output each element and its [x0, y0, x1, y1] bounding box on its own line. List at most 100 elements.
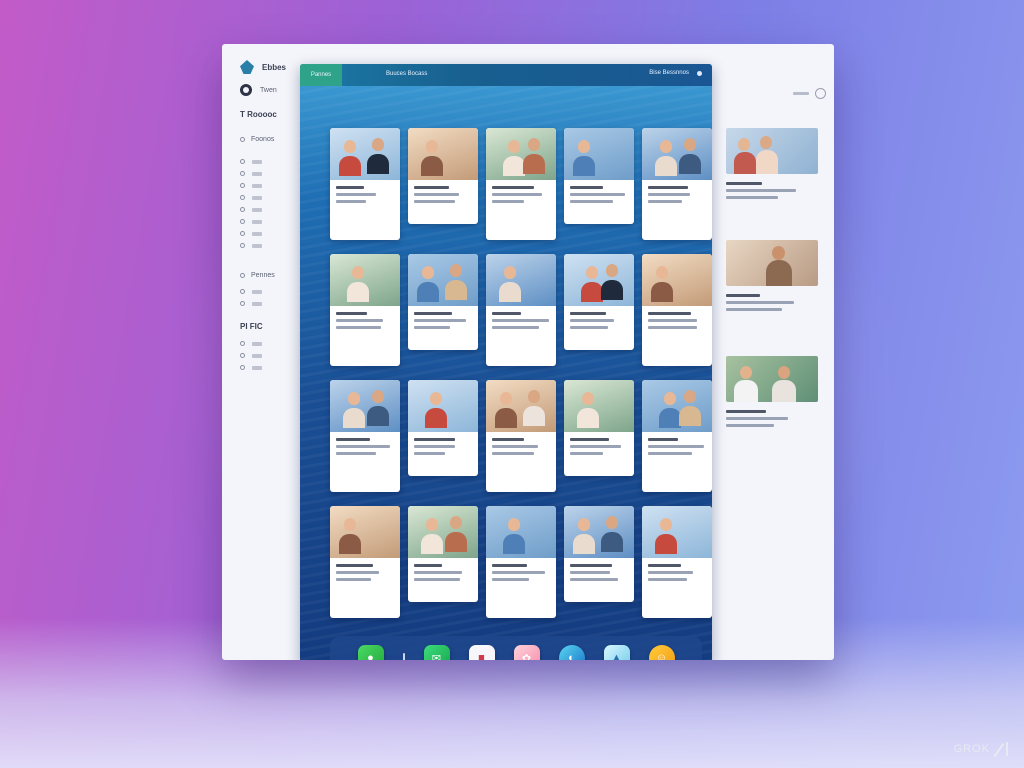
photo-card[interactable] [642, 128, 712, 240]
photo-thumbnail [486, 128, 556, 180]
photo-card[interactable] [642, 380, 712, 492]
sidebar-item[interactable] [240, 170, 262, 177]
photo-thumbnail [642, 380, 712, 432]
photo-thumbnail [642, 506, 712, 558]
right-header-bar [793, 92, 809, 95]
avatar [240, 84, 252, 96]
brand[interactable]: Ebbes [240, 60, 286, 74]
tab-2[interactable]: Buuces Bocass [386, 71, 427, 77]
circle-icon [240, 137, 245, 142]
settings-icon[interactable] [697, 70, 702, 76]
account-row[interactable]: Twen [240, 84, 277, 96]
account-name: Twen [260, 86, 277, 94]
photo-card[interactable] [486, 254, 556, 366]
sidebar-item[interactable] [240, 218, 262, 225]
orange-app-icon[interactable]: ☺ [648, 645, 675, 660]
circle-icon [240, 159, 245, 164]
pink-app-icon[interactable]: ✿ [513, 645, 540, 660]
sidebar-item-foonos[interactable]: Foonos [240, 136, 274, 143]
sidebar-nav-group-3 [240, 340, 262, 371]
gallery-panel: Pannes Buuces Bocass Bise Bessnnos ● ✉ ■… [300, 64, 712, 660]
right-card[interactable] [726, 240, 818, 311]
right-panel [712, 44, 834, 660]
sidebar-item[interactable] [240, 242, 262, 249]
sidebar-item[interactable] [240, 182, 262, 189]
circle-icon [240, 243, 245, 248]
tab-active[interactable]: Pannes [300, 64, 342, 86]
photo-card[interactable] [330, 254, 400, 366]
top-bar-label[interactable]: Bise Bessnnos [649, 70, 689, 76]
sidebar-item[interactable] [240, 300, 262, 307]
message-app-icon[interactable]: ✉ [423, 645, 450, 660]
photo-card[interactable] [486, 380, 556, 492]
photo-card[interactable] [408, 254, 478, 350]
right-card-thumbnail [726, 240, 818, 286]
app-window: Ebbes Twen T Rooooc Foonos Pennes PI FIC… [222, 44, 834, 660]
photo-thumbnail [330, 128, 400, 180]
watermark-text: GROK [953, 743, 990, 755]
sidebar-item-label: Pennes [251, 272, 275, 279]
photo-thumbnail [564, 254, 634, 306]
photo-card[interactable] [642, 254, 712, 366]
right-card-thumbnail [726, 128, 818, 174]
photo-thumbnail [408, 506, 478, 558]
sidebar-nav-group-2 [240, 288, 262, 307]
sidebar-item[interactable] [240, 230, 262, 237]
right-card[interactable] [726, 356, 818, 427]
tab-label: Pannes [310, 72, 332, 78]
brand-logo-icon [240, 60, 254, 74]
photo-card[interactable] [564, 380, 634, 476]
photo-thumbnail [330, 254, 400, 306]
circle-icon [240, 289, 245, 294]
circle-icon [240, 353, 245, 358]
photo-card[interactable] [408, 506, 478, 602]
profile-icon[interactable] [815, 88, 826, 99]
top-bar-actions: Bise Bessnnos [649, 70, 702, 76]
sidebar-item[interactable] [240, 206, 262, 213]
photo-thumbnail [564, 128, 634, 180]
sidebar-nav-group-1 [240, 158, 262, 249]
photo-card[interactable] [564, 128, 634, 224]
photo-thumbnail [486, 506, 556, 558]
photo-card[interactable] [564, 506, 634, 602]
circle-icon [240, 365, 245, 370]
photo-card[interactable] [486, 128, 556, 240]
watermark: GROK [954, 742, 1012, 756]
photo-card[interactable] [642, 506, 712, 618]
dock-divider [402, 653, 405, 660]
photo-card[interactable] [330, 128, 400, 240]
photo-thumbnail [564, 380, 634, 432]
photo-card[interactable] [486, 506, 556, 618]
photo-grid [330, 128, 712, 618]
circle-icon [240, 231, 245, 236]
sidebar-item[interactable] [240, 194, 262, 201]
photo-card[interactable] [408, 128, 478, 224]
green-app-icon[interactable]: ● [357, 645, 384, 660]
circle-icon [240, 171, 245, 176]
photo-thumbnail [486, 380, 556, 432]
sidebar-item[interactable] [240, 158, 262, 165]
right-panel-header [793, 88, 826, 99]
circle-icon [240, 301, 245, 306]
section-title-3: PI FIC [240, 322, 263, 331]
sidebar: Ebbes Twen T Rooooc Foonos Pennes PI FIC [222, 44, 300, 660]
circle-icon [240, 195, 245, 200]
photo-card[interactable] [408, 380, 478, 476]
photo-thumbnail [642, 128, 712, 180]
circle-icon [240, 273, 245, 278]
cyan-app-icon[interactable]: ▲ [603, 645, 630, 660]
photo-card[interactable] [564, 254, 634, 350]
photo-card[interactable] [330, 506, 400, 618]
photo-thumbnail [408, 380, 478, 432]
photo-card[interactable] [330, 380, 400, 492]
sidebar-item[interactable] [240, 364, 262, 371]
globe-app-icon[interactable]: ◐ [558, 645, 585, 660]
sidebar-section-title: T Rooooc [240, 110, 277, 119]
white-app-icon[interactable]: ■ [468, 645, 495, 660]
sidebar-item[interactable] [240, 352, 262, 359]
sidebar-item[interactable] [240, 340, 262, 347]
sidebar-item-pennes[interactable]: Pennes [240, 272, 275, 279]
circle-icon [240, 219, 245, 224]
sidebar-item[interactable] [240, 288, 262, 295]
right-card[interactable] [726, 128, 818, 199]
